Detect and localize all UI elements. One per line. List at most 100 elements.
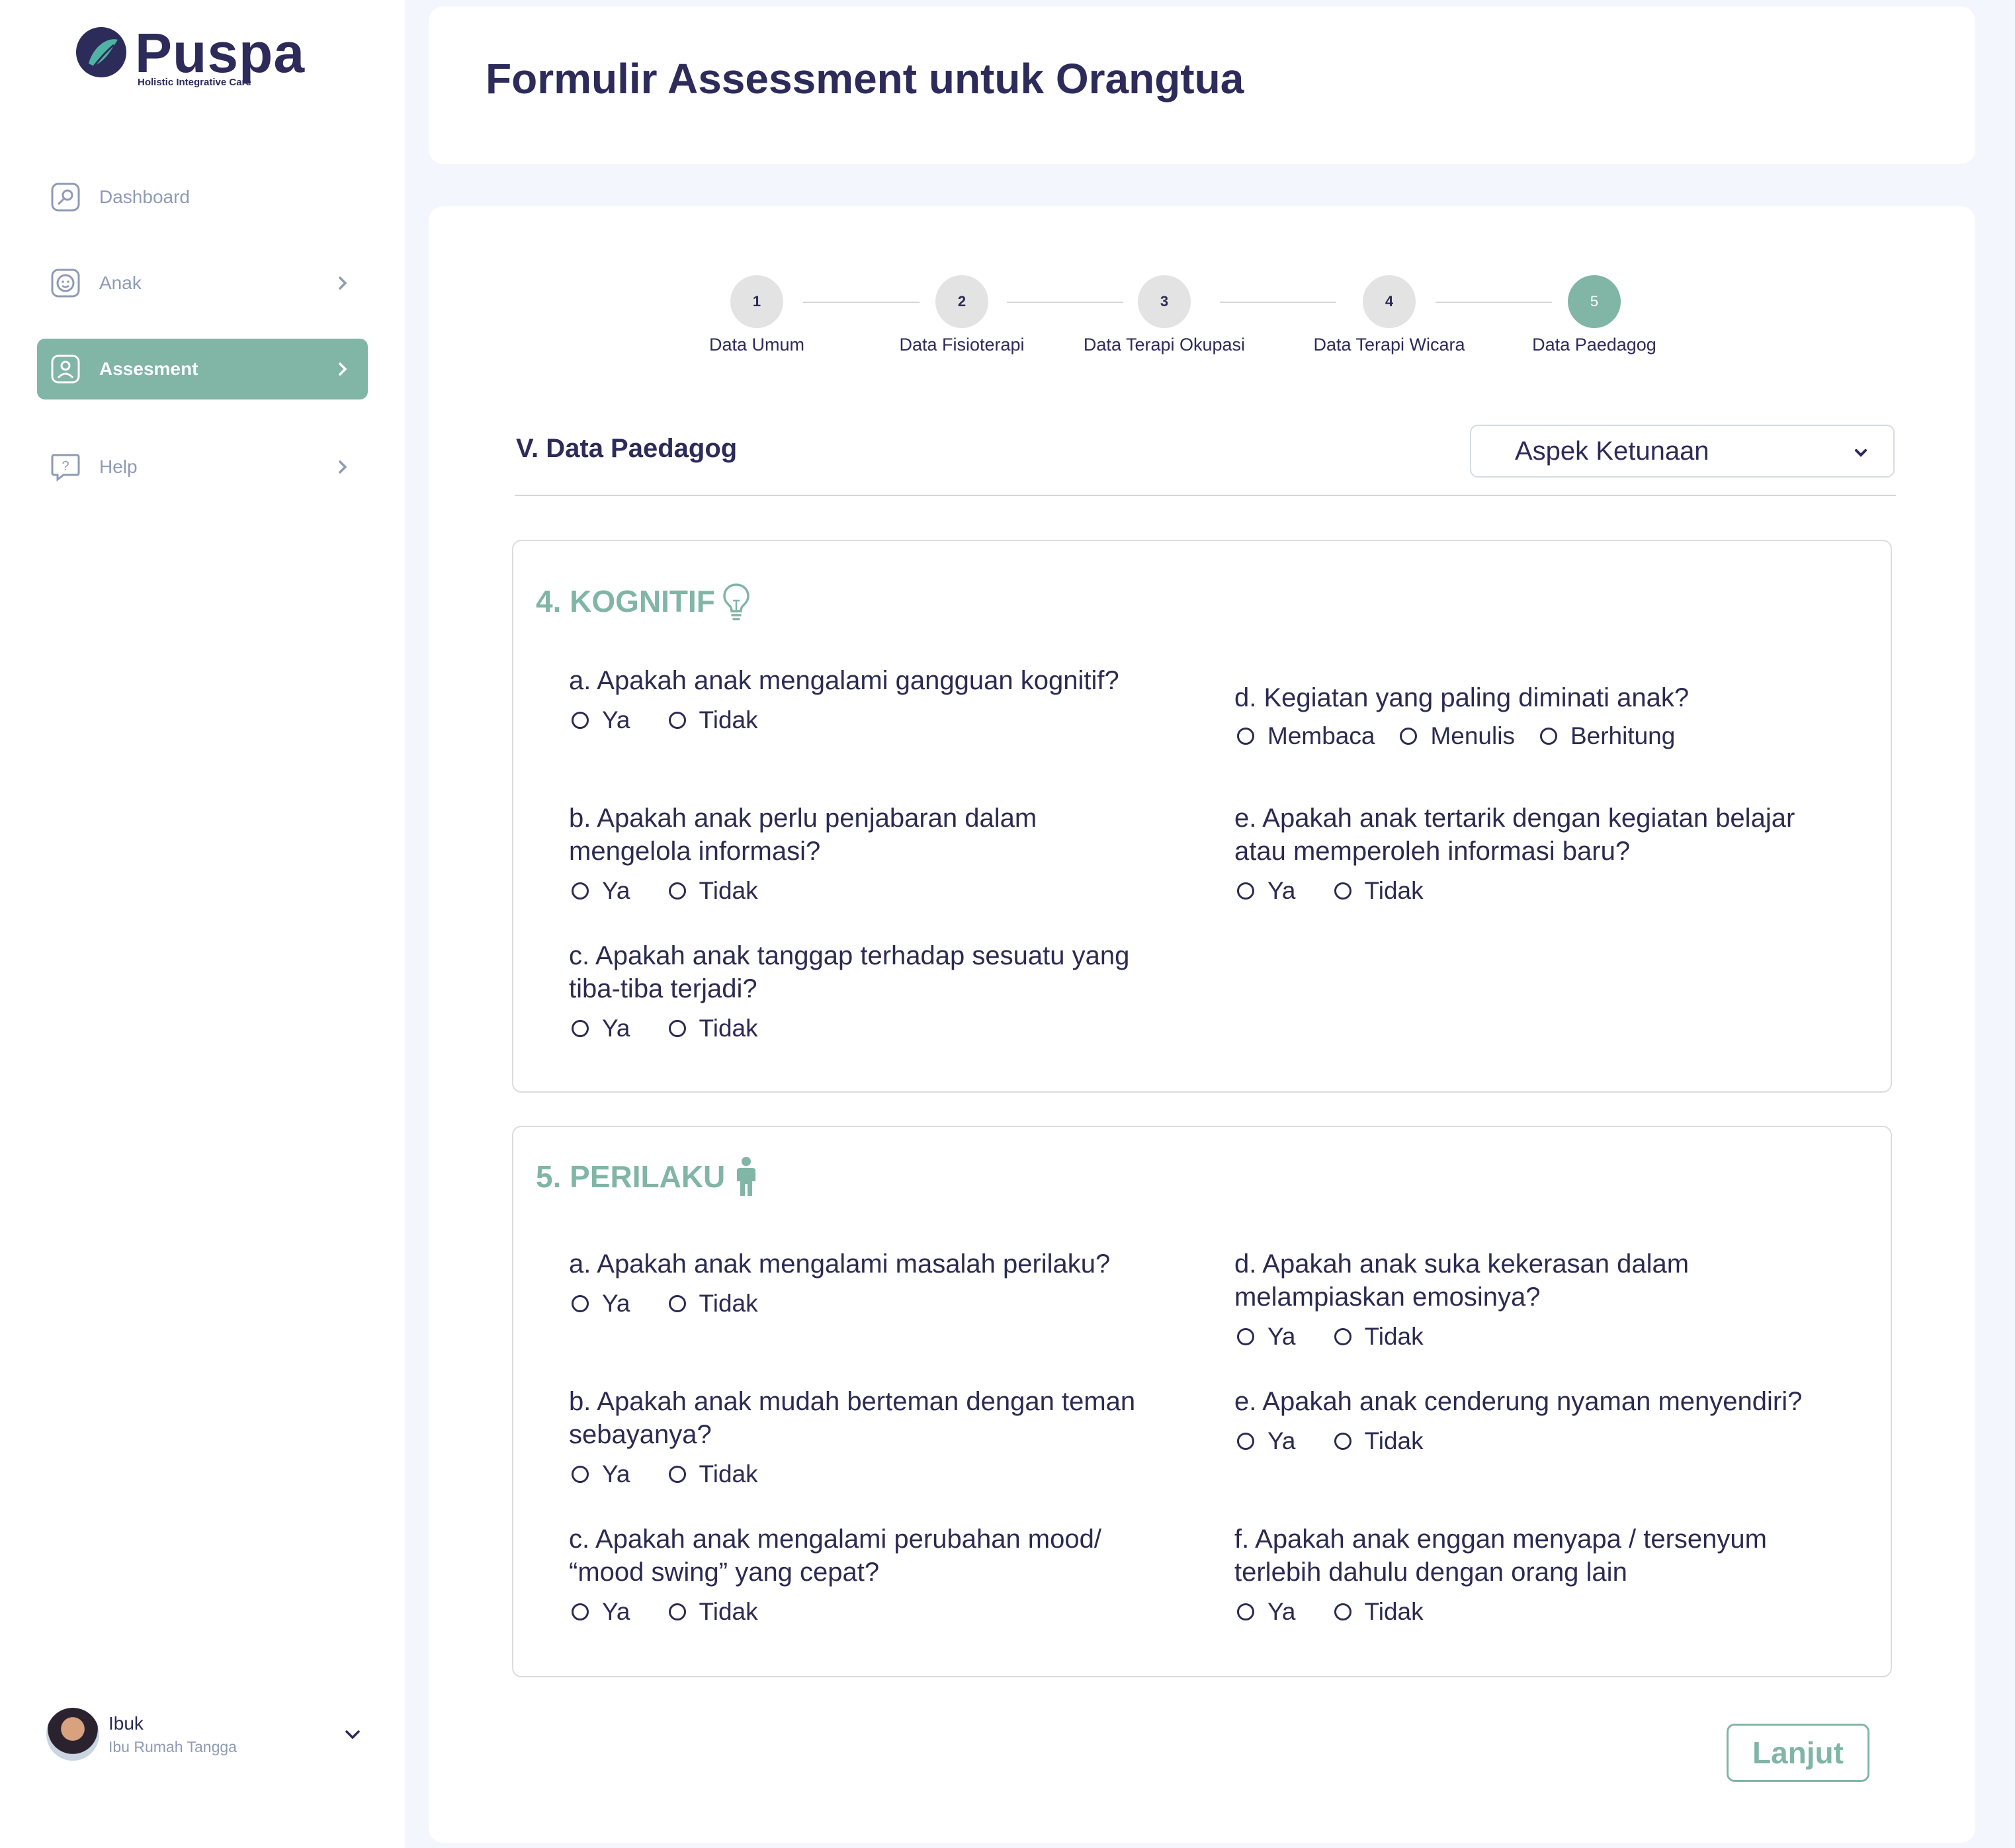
radio-button[interactable] [1237,728,1254,745]
step-data-umum[interactable]: 1 Data Umum [658,275,856,355]
panel-title: 5. PERILAKU [536,1156,763,1197]
step-number: 3 [1138,275,1191,328]
radio-option[interactable]: Tidak [1332,877,1424,905]
step-data-terapi-wicara[interactable]: 4 Data Terapi Wicara [1290,275,1488,355]
radio-button[interactable] [668,712,686,729]
radio-option[interactable]: Tidak [666,877,758,905]
radio-button[interactable] [572,1603,589,1620]
radio-button[interactable] [1237,882,1254,900]
radio-button[interactable] [572,1466,589,1483]
option-label: Ya [602,1598,630,1625]
radio-button[interactable] [1539,728,1557,745]
chevron-right-icon [339,276,347,290]
step-number: 2 [935,275,988,328]
radio-button[interactable] [1334,1328,1351,1345]
chevron-down-icon[interactable] [341,1724,364,1746]
assessment-form-card: 1 Data Umum 2 Data Fisioterapi 3 Data Te… [429,206,1975,1843]
question-text: b. Apakah anak mudah berteman dengan tem… [569,1387,1136,1449]
user-role: Ibu Rumah Tangga [108,1738,237,1755]
panel-perilaku: 5. PERILAKU a. Apakah anak mengalami mas… [512,1126,1892,1677]
aspek-select[interactable]: Aspek Ketunaan [1470,425,1895,478]
option-label: Membaca [1267,722,1375,749]
radio-option[interactable]: Ya [569,1015,630,1042]
panel-title: 4. KOGNITIF [536,581,753,622]
svg-text:?: ? [62,459,69,474]
radio-button[interactable] [1237,1328,1254,1345]
radio-button[interactable] [1334,1603,1351,1620]
question-text: f. Apakah anak enggan menyapa / tersenyu… [1234,1525,1767,1587]
radio-button[interactable] [1334,1433,1351,1450]
radio-option[interactable]: Ya [569,1598,630,1626]
radio-button[interactable] [668,1295,686,1312]
option-label: Tidak [699,706,758,734]
option-label: Tidak [699,1460,758,1488]
page-title: Formulir Assessment untuk Orangtua [486,55,1244,103]
radio-button[interactable] [1400,728,1418,745]
user-profile-menu[interactable]: Ibuk Ibu Rumah Tangga [46,1708,370,1761]
radio-option[interactable]: Menulis [1397,722,1515,750]
radio-option[interactable]: Tidak [1332,1323,1424,1351]
step-data-fisioterapi[interactable]: 2 Data Fisioterapi [863,275,1061,355]
question-perilaku-a: a. Apakah anak mengalami masalah perilak… [569,1247,1164,1318]
radio-button[interactable] [668,1020,686,1037]
question-text: d. Apakah anak suka kekerasan dalam mela… [1234,1249,1690,1312]
radio-option[interactable]: Tidak [1332,1598,1424,1626]
option-label: Ya [1267,877,1296,904]
brand-logo[interactable]: Puspa Holistic Integrative Care [74,25,305,88]
option-label: Tidak [699,1598,758,1625]
radio-button[interactable] [668,882,686,900]
divider [515,495,1896,496]
radio-option[interactable]: Membaca [1234,722,1375,750]
radio-option[interactable]: Ya [569,1290,630,1318]
radio-button[interactable] [572,1295,589,1312]
sidebar-item-help[interactable]: ? Help [37,437,368,497]
step-number: 1 [730,275,783,328]
next-button[interactable]: Lanjut [1727,1724,1869,1782]
option-label: Ya [602,877,630,904]
radio-button[interactable] [572,882,589,900]
radio-option[interactable]: Tidak [1332,1427,1424,1455]
radio-button[interactable] [1334,882,1351,900]
option-label: Ya [1267,1598,1296,1625]
sidebar-item-assesment[interactable]: Assesment [37,339,368,399]
option-label: Ya [1267,1323,1296,1350]
radio-option[interactable]: Ya [1234,1427,1296,1455]
radio-option[interactable]: Ya [1234,877,1296,905]
chevron-right-icon [339,362,347,376]
step-data-paedagog[interactable]: 5 Data Paedagog [1495,275,1693,355]
chevron-right-icon [339,460,347,474]
radio-option[interactable]: Tidak [666,706,758,734]
radio-option[interactable]: Ya [569,1460,630,1488]
radio-button[interactable] [1237,1603,1254,1620]
question-text: e. Apakah anak cenderung nyaman menyendi… [1234,1387,1803,1416]
step-data-terapi-okupasi[interactable]: 3 Data Terapi Okupasi [1065,275,1264,355]
page-header: Formulir Assessment untuk Orangtua [429,7,1975,164]
question-perilaku-d: d. Apakah anak suka kekerasan dalam mela… [1234,1247,1830,1351]
step-label: Data Terapi Okupasi [1083,335,1246,355]
radio-option[interactable]: Tidak [666,1598,758,1626]
radio-button[interactable] [572,1020,589,1037]
radio-button[interactable] [1237,1433,1254,1450]
question-kognitif-d: d. Kegiatan yang paling diminati anak? M… [1234,681,1830,750]
radio-option[interactable]: Ya [1234,1323,1296,1351]
radio-button[interactable] [572,712,589,729]
puspa-logo-icon [76,27,126,77]
step-label: Data Umum [708,335,805,355]
sidebar-item-anak[interactable]: Anak [37,253,368,314]
radio-option[interactable]: Ya [569,877,630,905]
radio-button[interactable] [668,1466,686,1483]
radio-option[interactable]: Ya [569,706,630,734]
radio-option[interactable]: Ya [1234,1598,1296,1626]
question-perilaku-b: b. Apakah anak mudah berteman dengan tem… [569,1385,1164,1488]
radio-option[interactable]: Berhitung [1537,722,1675,750]
radio-option[interactable]: Tidak [666,1460,758,1488]
sidebar-item-dashboard[interactable]: Dashboard [37,167,368,228]
user-profile-icon [50,354,81,384]
stepper: 1 Data Umum 2 Data Fisioterapi 3 Data Te… [429,275,1975,368]
option-label: Ya [602,1460,630,1488]
avatar [46,1708,99,1761]
radio-option[interactable]: Tidak [666,1015,758,1042]
radio-option[interactable]: Tidak [666,1290,758,1318]
radio-button[interactable] [668,1603,686,1620]
question-perilaku-e: e. Apakah anak cenderung nyaman menyendi… [1234,1385,1830,1455]
